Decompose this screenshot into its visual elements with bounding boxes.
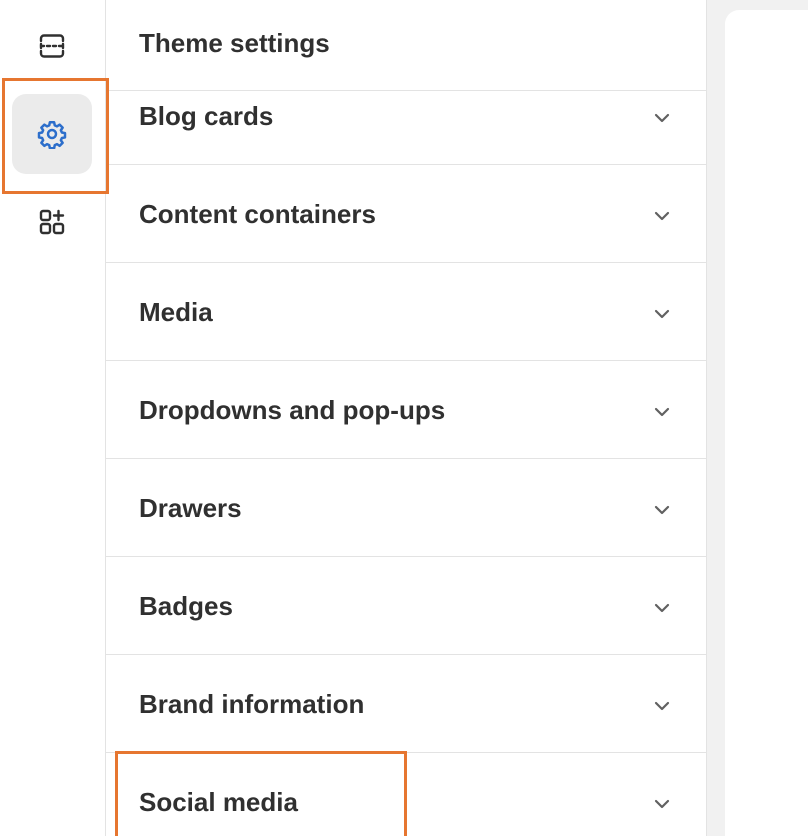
settings-row-label: Badges [139, 591, 233, 621]
chevron-down-icon [654, 799, 670, 809]
chevron-down-icon [654, 701, 670, 711]
chevron-down-icon [654, 309, 670, 319]
icon-rail [0, 0, 106, 836]
settings-row-label: Content containers [139, 199, 376, 229]
settings-row-social-media[interactable]: Social media [106, 752, 706, 836]
settings-row-badges[interactable]: Badges [106, 556, 706, 654]
settings-row-label: Dropdowns and pop-ups [139, 395, 446, 425]
theme-settings-panel: Theme settings Blog cards Content contai… [106, 0, 706, 836]
chevron-down-icon [654, 211, 670, 221]
preview-frame [725, 10, 808, 836]
gear-icon [37, 119, 67, 149]
settings-row-label: Drawers [139, 493, 242, 523]
settings-row-brand-information[interactable]: Brand information [106, 654, 706, 752]
chevron-down-icon [654, 505, 670, 515]
chevron-down-icon [654, 113, 670, 123]
page-title: Theme settings [139, 28, 330, 58]
settings-row-drawers[interactable]: Drawers [106, 458, 706, 556]
sections-button[interactable] [12, 6, 92, 86]
add-app-icon [38, 208, 66, 236]
preview-area [706, 0, 808, 836]
chevron-down-icon [654, 407, 670, 417]
apps-button[interactable] [12, 182, 92, 262]
settings-row-dropdowns-and-pop-ups[interactable]: Dropdowns and pop-ups [106, 360, 706, 458]
settings-row-media[interactable]: Media [106, 262, 706, 360]
theme-settings-button[interactable] [12, 94, 92, 174]
settings-row-content-containers[interactable]: Content containers [106, 164, 706, 262]
sections-icon [38, 32, 66, 60]
settings-row-label: Media [139, 297, 213, 327]
chevron-down-icon [654, 603, 670, 613]
settings-row-label: Brand information [139, 689, 365, 719]
settings-row-label: Social media [139, 787, 298, 817]
settings-row-label: Blog cards [139, 101, 274, 131]
